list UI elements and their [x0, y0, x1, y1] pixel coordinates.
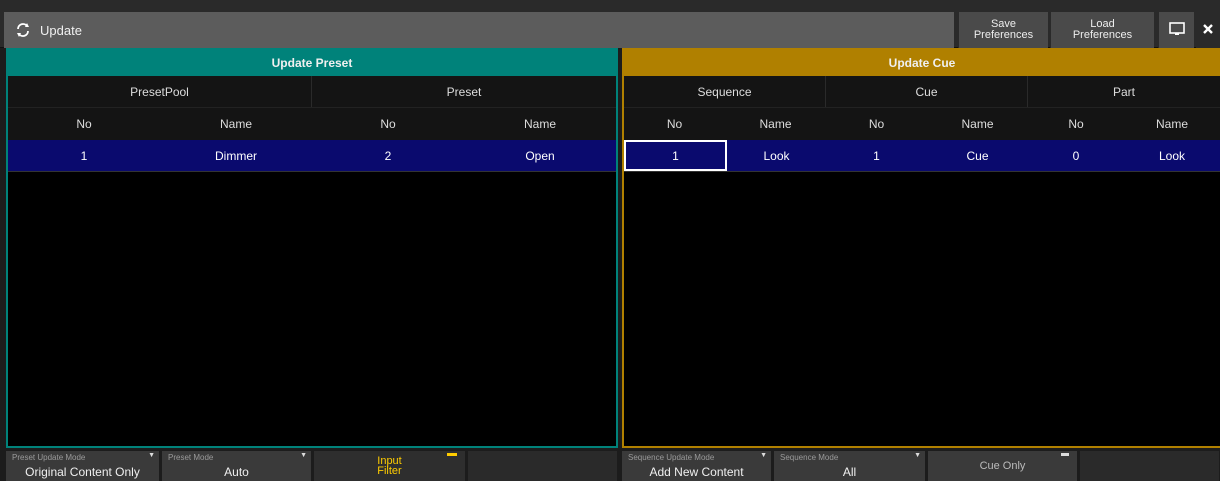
cue-only-button[interactable]: Cue Only [928, 451, 1078, 481]
window-title-area: Update [4, 12, 954, 48]
col-pool-name[interactable]: Name [160, 108, 312, 140]
update-cue-panel: Update Cue Sequence Cue Part No Name No … [622, 48, 1220, 448]
cell-part-no[interactable]: 0 [1028, 140, 1124, 171]
sequence-mode-label: Sequence Mode [780, 453, 839, 462]
col-seq-name[interactable]: Name [725, 108, 826, 140]
cell-cue-name[interactable]: Cue [927, 140, 1028, 171]
col-seq-no[interactable]: No [624, 108, 725, 140]
cell-preset-name[interactable]: Open [464, 140, 616, 171]
group-presetpool[interactable]: PresetPool [8, 76, 312, 107]
preset-mode-value: Auto [224, 465, 249, 479]
cue-group-header-row: Sequence Cue Part [624, 76, 1220, 108]
title-bar: Update Save Preferences Load Preferences [0, 0, 1220, 48]
dropdown-arrow-icon: ▼ [148, 452, 155, 459]
cell-part-name[interactable]: Look [1124, 140, 1220, 171]
empty-slot [468, 451, 618, 481]
sequence-mode-button[interactable]: Sequence Mode ▼ All [774, 451, 926, 481]
dropdown-arrow-icon: ▼ [914, 452, 921, 459]
input-filter-line2: Filter [377, 465, 402, 477]
sequence-update-mode-value: Add New Content [649, 465, 744, 479]
preset-update-mode-button[interactable]: Preset Update Mode ▼ Original Content On… [6, 451, 160, 481]
sequence-update-mode-button[interactable]: Sequence Update Mode ▼ Add New Content [622, 451, 772, 481]
col-cue-name[interactable]: Name [927, 108, 1028, 140]
cell-cue-no[interactable]: 1 [826, 140, 927, 171]
preset-update-mode-label: Preset Update Mode [12, 453, 86, 462]
close-icon [1202, 23, 1214, 38]
input-filter-button[interactable]: Input Filter [314, 451, 466, 481]
cell-pool-name[interactable]: Dimmer [160, 140, 312, 171]
preset-mode-button[interactable]: Preset Mode ▼ Auto [162, 451, 312, 481]
dropdown-arrow-icon: ▼ [760, 452, 767, 459]
group-part[interactable]: Part [1028, 76, 1220, 107]
dropdown-arrow-icon: ▼ [300, 452, 307, 459]
cue-column-header-row: No Name No Name No Name [624, 108, 1220, 140]
table-row[interactable]: 1 Dimmer 2 Open [8, 140, 616, 172]
cue-only-label: Cue Only [979, 460, 1026, 472]
window-title: Update [40, 22, 82, 38]
col-part-name[interactable]: Name [1124, 108, 1220, 140]
refresh-icon[interactable] [14, 21, 32, 39]
cell-preset-no[interactable]: 2 [312, 140, 464, 171]
preset-column-header-row: No Name No Name [8, 108, 616, 140]
col-preset-name[interactable]: Name [464, 108, 616, 140]
monitor-icon [1168, 21, 1186, 40]
preset-update-mode-value: Original Content Only [25, 465, 140, 479]
update-preset-panel: Update Preset PresetPool Preset No Name … [6, 48, 618, 448]
save-label-line2: Preferences [973, 29, 1034, 41]
preset-mode-label: Preset Mode [168, 453, 214, 462]
col-preset-no[interactable]: No [312, 108, 464, 140]
group-cue[interactable]: Cue [826, 76, 1028, 107]
group-preset[interactable]: Preset [312, 76, 616, 107]
empty-slot [1080, 451, 1220, 481]
cell-pool-no[interactable]: 1 [8, 140, 160, 171]
bottom-bar: Preset Update Mode ▼ Original Content On… [0, 449, 1220, 481]
col-cue-no[interactable]: No [826, 108, 927, 140]
screen-button[interactable] [1158, 12, 1194, 48]
col-pool-no[interactable]: No [8, 108, 160, 140]
update-cue-header: Update Cue [624, 50, 1220, 76]
save-preferences-button[interactable]: Save Preferences [958, 12, 1048, 48]
col-part-no[interactable]: No [1028, 108, 1124, 140]
load-preferences-button[interactable]: Load Preferences [1050, 12, 1154, 48]
preset-group-header-row: PresetPool Preset [8, 76, 616, 108]
cell-seq-name[interactable]: Look [727, 140, 826, 171]
input-filter-label: Input Filter [314, 451, 465, 481]
cue-only-label-wrap: Cue Only [928, 451, 1077, 481]
close-button[interactable] [1196, 12, 1220, 48]
sequence-update-mode-label: Sequence Update Mode [628, 453, 715, 462]
group-sequence[interactable]: Sequence [624, 76, 826, 107]
load-label-line2: Preferences [1072, 29, 1133, 41]
sequence-mode-value: All [842, 465, 857, 479]
table-row[interactable]: 1 Look 1 Cue 0 Look [624, 140, 1220, 172]
cell-seq-no[interactable]: 1 [624, 140, 727, 171]
update-preset-header: Update Preset [8, 50, 616, 76]
